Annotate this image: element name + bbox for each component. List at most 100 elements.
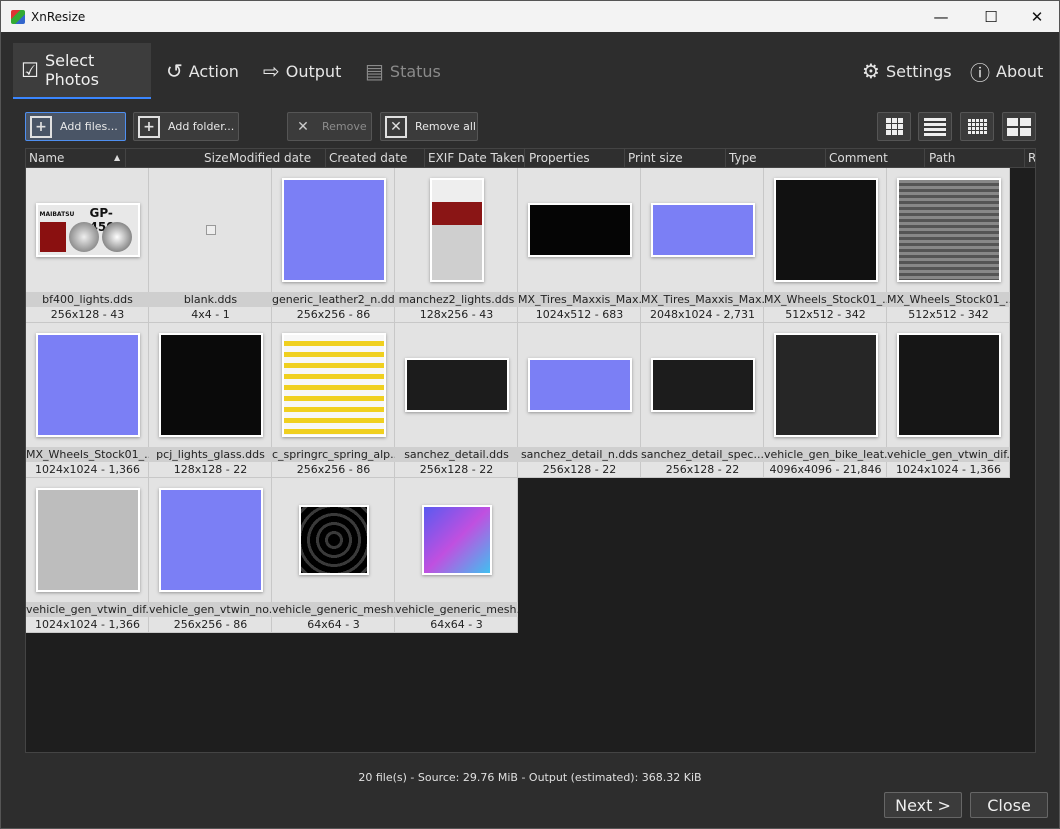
tab-bar: ☑ Select Photos ↺ Action ⇨ Output ▤ Stat… (13, 43, 1043, 99)
list-item[interactable]: sanchez_detail_spec.... 256x128 - 22 (641, 323, 764, 478)
file-list[interactable]: Name ▲ Size Modified date Created date E… (25, 148, 1036, 753)
file-dimensions: 128x256 - 43 (419, 308, 494, 321)
file-dimensions: 256x128 - 43 (50, 308, 125, 321)
output-icon: ⇨ (263, 59, 280, 83)
window-title: XnResize (31, 9, 86, 24)
list-item[interactable]: MX_Wheels_Stock01_... 512x512 - 342 (887, 168, 1010, 323)
about-button[interactable]: ⓘ About (970, 43, 1043, 99)
file-thumbnail (283, 179, 384, 280)
file-dimensions: 4096x4096 - 21,846 (769, 463, 882, 476)
file-name: sanchez_detail_spec.... (641, 447, 764, 462)
remove-all-button[interactable]: ✕ Remove all (380, 112, 478, 141)
file-thumbnail (406, 359, 507, 410)
file-thumbnail (431, 179, 482, 280)
view-tiles-button[interactable] (1002, 112, 1036, 141)
next-button[interactable]: Next > (884, 792, 962, 818)
list-item[interactable]: vehicle_gen_vtwin_dif... 1024x1024 - 1,3… (26, 478, 149, 633)
column-size[interactable]: Size (204, 151, 229, 165)
list-item[interactable]: vehicle_generic_mesh... 64x64 - 3 (395, 478, 518, 633)
thumbnail-brand-text: MAIBATSU (39, 210, 75, 218)
add-files-button[interactable]: + Add files... (25, 112, 126, 141)
list-item[interactable]: vehicle_gen_vtwin_dif... 1024x1024 - 1,3… (887, 323, 1010, 478)
file-thumbnail (775, 179, 876, 280)
add-folder-button[interactable]: + Add folder... (133, 112, 239, 141)
column-r[interactable]: R (1028, 151, 1035, 165)
remove-button[interactable]: ✕ Remove (287, 112, 372, 141)
file-name: vehicle_gen_bike_leat... (764, 447, 887, 462)
list-item[interactable]: generic_leather2_n.dds 256x256 - 86 (272, 168, 395, 323)
file-dimensions: 256x128 - 22 (419, 463, 494, 476)
list-item[interactable]: MX_Tires_Maxxis_Max... 2048x1024 - 2,731 (641, 168, 764, 323)
file-thumbnail (652, 359, 753, 410)
file-thumbnail (283, 334, 384, 435)
file-name: vehicle_gen_vtwin_no... (149, 602, 272, 617)
column-created-date[interactable]: Created date (329, 151, 407, 165)
list-item[interactable]: MX_Tires_Maxxis_Max... 1024x512 - 683 (518, 168, 641, 323)
xnresize-app-icon (11, 9, 25, 24)
list-item[interactable]: c_springrc_spring_alp... 256x256 - 86 (272, 323, 395, 478)
list-item[interactable]: sanchez_detail_n.dds 256x128 - 22 (518, 323, 641, 478)
file-thumbnail: MAIBATSU GP-450 (37, 204, 138, 255)
tab-label: About (996, 61, 1044, 81)
file-dimensions: 256x128 - 22 (665, 463, 740, 476)
file-name: MX_Tires_Maxxis_Max... (641, 292, 764, 307)
settings-button[interactable]: ⚙ Settings (862, 43, 952, 99)
file-dimensions: 64x64 - 3 (307, 618, 360, 631)
list-item[interactable]: MX_Wheels_Stock01_... 1024x1024 - 1,366 (26, 323, 149, 478)
file-name: vehicle_gen_vtwin_dif... (887, 447, 1010, 462)
list-item[interactable]: manchez2_lights.dds 128x256 - 43 (395, 168, 518, 323)
file-dimensions: 256x256 - 86 (296, 463, 371, 476)
file-dimensions: 4x4 - 1 (191, 308, 230, 321)
file-thumbnail (529, 204, 630, 255)
file-name: vehicle_generic_mesh... (272, 602, 395, 617)
column-type[interactable]: Type (729, 151, 757, 165)
column-name[interactable]: Name (29, 151, 64, 165)
list-item[interactable]: vehicle_gen_bike_leat... 4096x4096 - 21,… (764, 323, 887, 478)
maximize-button[interactable]: ☐ (968, 1, 1014, 32)
file-dimensions: 64x64 - 3 (430, 618, 483, 631)
list-item[interactable]: blank.dds 4x4 - 1 (149, 168, 272, 323)
list-item[interactable]: MAIBATSU GP-450 bf400_lights.dds 256x128… (26, 168, 149, 323)
column-path[interactable]: Path (929, 151, 955, 165)
tab-status[interactable]: ▤ Status (365, 43, 441, 99)
file-dimensions: 128x128 - 22 (173, 463, 248, 476)
close-button[interactable]: Close (970, 792, 1048, 818)
close-window-button[interactable]: ✕ (1014, 1, 1060, 32)
add-folder-label: Add folder... (168, 120, 235, 133)
minimize-button[interactable]: — (918, 1, 964, 32)
file-thumbnail (37, 489, 138, 590)
file-thumbnail (898, 334, 999, 435)
grid-view-icon (885, 118, 903, 135)
view-small-thumbnails-button[interactable] (960, 112, 994, 141)
column-modified-date[interactable]: Modified date (229, 151, 311, 165)
remove-icon: ✕ (297, 118, 309, 135)
file-name: c_springrc_spring_alp... (272, 447, 395, 462)
column-comment[interactable]: Comment (829, 151, 888, 165)
file-thumbnail (775, 334, 876, 435)
checklist-icon: ☑ (21, 58, 39, 82)
list-item[interactable]: pcj_lights_glass.dds 128x128 - 22 (149, 323, 272, 478)
app-window: XnResize — ☐ ✕ ☑ Select Photos ↺ Action … (0, 0, 1060, 829)
tab-action[interactable]: ↺ Action (166, 43, 239, 99)
column-print-size[interactable]: Print size (628, 151, 683, 165)
column-header: Name ▲ Size Modified date Created date E… (26, 149, 1035, 168)
tab-select-photos[interactable]: ☑ Select Photos (13, 43, 151, 99)
file-thumbnail (423, 506, 490, 573)
file-dimensions: 256x128 - 22 (542, 463, 617, 476)
file-name: pcj_lights_glass.dds (149, 447, 272, 462)
add-folder-icon: + (138, 115, 160, 138)
file-thumbnail (300, 506, 367, 573)
title-bar: XnResize — ☐ ✕ (1, 1, 1059, 32)
list-item[interactable]: vehicle_generic_mesh... 64x64 - 3 (272, 478, 395, 633)
list-item[interactable]: MX_Wheels_Stock01_... 512x512 - 342 (764, 168, 887, 323)
column-exif-date[interactable]: EXIF Date Taken (428, 151, 525, 165)
tab-output[interactable]: ⇨ Output (263, 43, 341, 99)
file-name: blank.dds (149, 292, 272, 307)
file-thumbnail (898, 179, 999, 280)
view-large-thumbnails-button[interactable] (877, 112, 911, 141)
list-item[interactable]: sanchez_detail.dds 256x128 - 22 (395, 323, 518, 478)
list-item[interactable]: vehicle_gen_vtwin_no... 256x256 - 86 (149, 478, 272, 633)
view-details-button[interactable] (918, 112, 952, 141)
column-properties[interactable]: Properties (529, 151, 590, 165)
file-name: MX_Wheels_Stock01_... (26, 447, 149, 462)
